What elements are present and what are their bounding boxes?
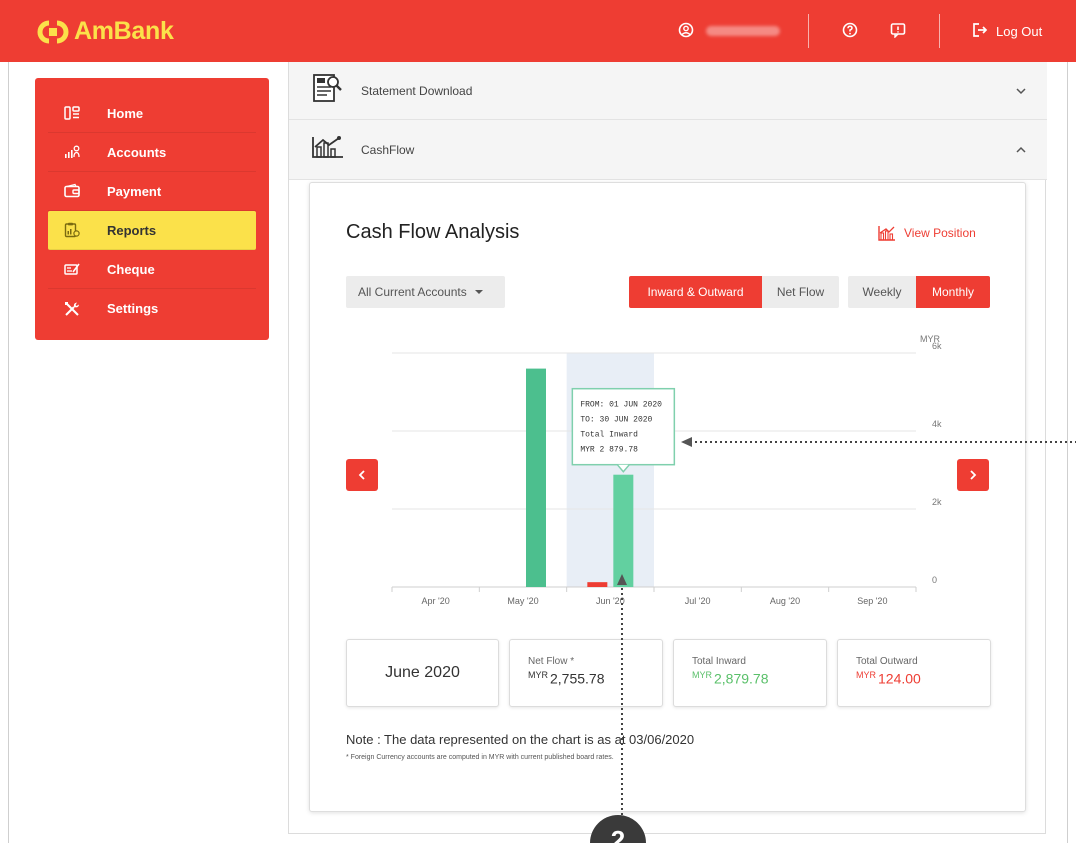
sidebar-item-label: Home xyxy=(107,105,144,121)
cashflow-icon xyxy=(311,135,345,164)
sidebar-item-payment[interactable]: Payment xyxy=(48,172,256,211)
data-footnote: * Foreign Currency accounts are computed… xyxy=(346,754,614,761)
tooltip-line: TO: 30 JUN 2020 xyxy=(580,416,652,425)
feedback-icon xyxy=(890,22,906,41)
bar-outward xyxy=(587,582,608,587)
chevron-down-icon xyxy=(1015,82,1027,100)
chart-svg: 02k4k6kMYRApr '20 May '20 Jun '20 Jul '20 Au… xyxy=(391,334,942,606)
outward-amount: MYR 124.00 xyxy=(856,670,921,687)
sidebar-item-accounts[interactable]: Accounts xyxy=(48,133,256,172)
sidebar-item-settings[interactable]: Settings xyxy=(48,289,256,328)
header-divider xyxy=(939,14,940,48)
inward-caption: Total Inward xyxy=(692,656,746,667)
x-tick-label: Jun '20 xyxy=(596,596,625,606)
sidebar-item-label: Reports xyxy=(107,222,157,238)
inward-outward-button[interactable]: Inward & Outward xyxy=(629,276,762,308)
chevron-right-icon xyxy=(970,470,977,480)
top-bar: AmBank Log Out xyxy=(0,0,1076,62)
reports-icon xyxy=(62,222,82,238)
flow-toggle: Inward & Outward Net Flow xyxy=(629,276,839,308)
tooltip-line: FROM: 01 JUN 2020 xyxy=(580,401,662,410)
account-select[interactable]: All Current Accounts xyxy=(346,276,505,308)
logout-button[interactable]: Log Out xyxy=(972,0,1042,62)
caret-down-icon xyxy=(474,290,483,294)
wallet-icon xyxy=(62,183,82,199)
period-toggle: Weekly Monthly xyxy=(848,276,990,308)
view-position-link[interactable]: View Position xyxy=(878,225,976,241)
currency-label: MYR xyxy=(692,670,712,680)
summary-month: June 2020 xyxy=(346,639,499,707)
accordion-label: CashFlow xyxy=(361,142,415,157)
bar-inward xyxy=(613,474,634,587)
y-tick-label: 0 xyxy=(932,575,937,585)
tooltip-line: MYR 2 879.78 xyxy=(580,446,638,455)
view-position-label: View Position xyxy=(904,226,976,240)
sidebar-nav: Home Accounts Payment Reports Cheque Set… xyxy=(35,78,269,340)
y-axis-label: MYR xyxy=(920,334,941,344)
net-flow-button[interactable]: Net Flow xyxy=(762,276,839,308)
x-tick-label: May '20 xyxy=(507,596,538,606)
net-flow-amount: MYR 2,755.78 xyxy=(528,670,605,687)
account-select-value: All Current Accounts xyxy=(358,285,467,299)
home-icon xyxy=(62,105,82,121)
summary-month-label: June 2020 xyxy=(385,664,460,681)
y-tick-label: 4k xyxy=(932,419,942,429)
currency-label: MYR xyxy=(856,670,876,680)
chart-icon xyxy=(878,226,895,241)
ambank-logo-mark-icon xyxy=(36,19,70,45)
accounts-icon xyxy=(62,144,82,160)
redacted-username xyxy=(706,26,780,36)
inward-amount: MYR 2,879.78 xyxy=(692,670,769,687)
data-note: Note : The data represented on the chart… xyxy=(346,732,695,747)
tooltip-line: Total Inward xyxy=(580,431,638,440)
help-button[interactable] xyxy=(842,0,858,62)
sidebar-item-label: Cheque xyxy=(107,261,155,277)
y-tick-label: 2k xyxy=(932,497,942,507)
cash-flow-card: Cash Flow Analysis View Position All Cur… xyxy=(309,182,1026,812)
logout-label: Log Out xyxy=(996,23,1043,39)
accordion-statement-download[interactable]: Statement Download xyxy=(289,62,1047,120)
user-menu[interactable] xyxy=(678,0,780,62)
net-flow-caption: Net Flow * xyxy=(528,656,575,667)
net-flow-value: 2,755.78 xyxy=(550,670,605,687)
sidebar-item-label: Settings xyxy=(107,301,159,316)
ambank-logo-text: AmBank xyxy=(74,17,174,45)
cash-flow-chart: 0 2k 4k 6k MYR Apr '20 May '20 Jun '20 Jul '20 Au… xyxy=(310,333,1027,613)
outward-caption: Total Outward xyxy=(856,656,918,667)
outward-value: 124.00 xyxy=(878,670,921,687)
summary-total-inward: Total Inward MYR 2,879.78 xyxy=(673,639,827,707)
summary-total-outward: Total Outward MYR 124.00 xyxy=(837,639,991,707)
weekly-button[interactable]: Weekly xyxy=(848,276,916,308)
inward-value: 2,879.78 xyxy=(714,670,769,687)
sidebar-item-home[interactable]: Home xyxy=(48,94,256,133)
accordion-cashflow[interactable]: CashFlow xyxy=(289,120,1047,180)
chart-prev-button[interactable] xyxy=(346,459,378,491)
logout-icon xyxy=(972,22,988,41)
header-divider xyxy=(808,14,809,48)
tools-icon xyxy=(62,301,82,317)
x-tick-label: Aug '20 xyxy=(770,596,800,606)
sidebar-item-label: Accounts xyxy=(107,144,167,160)
monthly-button[interactable]: Monthly xyxy=(916,276,990,308)
feedback-button[interactable] xyxy=(890,0,906,62)
user-icon xyxy=(678,22,694,41)
chart-next-button[interactable] xyxy=(957,459,989,491)
accordion-label: Statement Download xyxy=(361,83,473,98)
x-tick-label: Sep '20 xyxy=(857,596,887,606)
x-tick-label: Apr '20 xyxy=(422,596,450,606)
sidebar-item-cheque[interactable]: Cheque xyxy=(48,250,256,289)
cheque-icon xyxy=(62,261,82,277)
sidebar-item-reports[interactable]: Reports xyxy=(48,211,256,250)
card-title: Cash Flow Analysis xyxy=(346,221,520,243)
summary-net-flow: Net Flow * MYR 2,755.78 xyxy=(509,639,663,707)
ambank-logo[interactable]: AmBank xyxy=(36,17,174,46)
currency-label: MYR xyxy=(528,670,548,680)
chevron-up-icon xyxy=(1015,141,1027,159)
sidebar-item-label: Payment xyxy=(107,183,162,199)
bar-inward xyxy=(526,368,546,587)
chevron-left-icon xyxy=(358,470,365,480)
statement-download-icon xyxy=(311,72,343,109)
x-tick-label: Jul '20 xyxy=(685,596,711,606)
help-icon xyxy=(842,22,858,41)
